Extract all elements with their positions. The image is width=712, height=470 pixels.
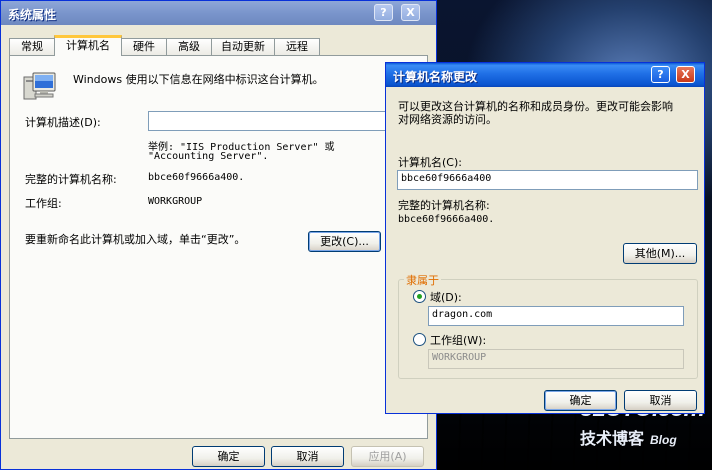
tab-remote[interactable]: 远程 <box>274 38 320 55</box>
dialog-workgroup-label: 工作组(W): <box>430 334 487 347</box>
tab-auto-update[interactable]: 自动更新 <box>211 38 275 55</box>
domain-radio[interactable] <box>413 290 426 303</box>
tab-hardware[interactable]: 硬件 <box>121 38 167 55</box>
tab-advanced[interactable]: 高级 <box>166 38 212 55</box>
intro-text: Windows 使用以下信息在网络中标识这台计算机。 <box>73 73 324 86</box>
description-label: 计算机描述(D): <box>25 116 101 129</box>
watermark-blog: Blog <box>650 433 677 447</box>
dialog-full-name-label: 完整的计算机名称: <box>398 199 490 212</box>
workgroup-value: WORKGROUP <box>148 196 203 207</box>
computer-name-changes-dialog: 计算机名称更改 ? X 可以更改这台计算机的名称和成员身份。更改可能会影响 对网… <box>385 62 705 414</box>
dialog-cancel-button[interactable]: 取消 <box>624 390 697 411</box>
ok-button[interactable]: 确定 <box>192 446 265 467</box>
change-button[interactable]: 更改(C)... <box>308 231 381 252</box>
dialog-help-icon[interactable]: ? <box>651 66 670 83</box>
tab-computer-name[interactable]: 计算机名 <box>54 35 122 56</box>
window-title: 系统属性 <box>8 8 57 22</box>
workgroup-input[interactable]: WORKGROUP <box>428 349 684 369</box>
help-icon[interactable]: ? <box>374 4 393 21</box>
more-button[interactable]: 其他(M)... <box>623 243 697 264</box>
workgroup-radio[interactable] <box>413 333 426 346</box>
workgroup-label: 工作组: <box>25 197 62 210</box>
tab-general[interactable]: 常规 <box>9 38 55 55</box>
domain-label: 域(D): <box>430 291 462 304</box>
cancel-button[interactable]: 取消 <box>271 446 344 467</box>
dialog-close-icon[interactable]: X <box>676 66 695 83</box>
system-properties-titlebar[interactable]: 系统属性 ? X <box>1 1 436 25</box>
member-of-title: 隶属于 <box>404 272 441 288</box>
watermark-caption: 技术博客 Blog <box>580 425 704 449</box>
computer-name-input[interactable]: bbce60f9666a400 <box>397 170 698 190</box>
system-properties-window: 系统属性 ? X 常规 计算机名 硬件 高级 自动更新 远程 Windows 使… <box>0 0 437 470</box>
rename-instruction: 要重新命名此计算机或加入域，单击“更改”。 <box>25 233 246 246</box>
description-input[interactable] <box>148 111 408 131</box>
full-name-value: bbce60f9666a400. <box>148 172 245 183</box>
computer-name-label: 计算机名(C): <box>398 156 462 169</box>
dialog-ok-button[interactable]: 确定 <box>544 390 617 411</box>
dialog-full-name-value: bbce60f9666a400. <box>398 214 495 225</box>
apply-button[interactable]: 应用(A) <box>351 446 424 467</box>
dialog-title: 计算机名称更改 <box>393 70 478 84</box>
computer-icon <box>23 72 56 100</box>
dialog-titlebar[interactable]: 计算机名称更改 ? X <box>386 63 704 87</box>
full-name-label: 完整的计算机名称: <box>25 173 117 186</box>
watermark-blog-cn: 技术博客 <box>580 431 645 448</box>
example-line-2: "Accounting Server". <box>148 151 269 162</box>
close-icon[interactable]: X <box>401 4 420 21</box>
info-line-2: 对网络资源的访问。 <box>398 113 497 126</box>
domain-input[interactable]: dragon.com <box>428 306 684 326</box>
